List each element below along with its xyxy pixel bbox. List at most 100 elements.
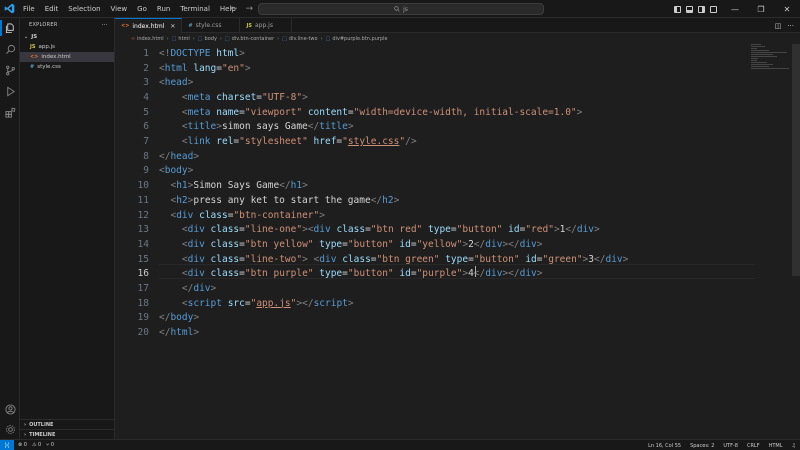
menu-selection[interactable]: Selection [63, 0, 105, 18]
account-icon[interactable] [3, 402, 17, 416]
code-text: <div class="btn yellow" type="button" id… [181, 238, 543, 250]
code-line[interactable]: 13 <div class="line-one"><div class="btn… [115, 222, 755, 237]
minimize-button[interactable]: — [722, 0, 748, 18]
code-text: <div class="btn purple" type="button" id… [181, 268, 543, 280]
toggle-secondary-sidebar-icon[interactable] [698, 5, 705, 13]
element-icon: ⬚ [282, 35, 287, 42]
tab-label: app.js [254, 22, 273, 29]
back-arrow-icon[interactable]: ← [230, 4, 238, 14]
chevron-right-icon: › [166, 35, 169, 42]
menu-file[interactable]: File [18, 0, 40, 18]
code-line[interactable]: 16 <div class="btn purple" type="button"… [115, 267, 755, 282]
indentation[interactable]: Spaces: 2 [690, 443, 714, 449]
code-editor[interactable]: 1 <!DOCTYPE html> 2 <html lang="en"> 3 <head>… [115, 44, 800, 439]
tab-label: index.html [132, 22, 165, 30]
code-line[interactable]: 18 <script src="app.js"></script> [115, 296, 755, 311]
code-line[interactable]: 14 <div class="btn yellow" type="button"… [115, 237, 755, 252]
file-style-css[interactable]: # style.css [20, 62, 114, 72]
code-line[interactable]: 15 <div class="line-two"> <div class="bt… [115, 252, 755, 267]
code-line[interactable]: 7 <link rel="stylesheet" href="style.css… [115, 134, 755, 149]
code-line[interactable]: 5 <meta name="viewport" content="width=d… [115, 105, 755, 120]
code-line[interactable]: 8 </head> [115, 149, 755, 164]
breadcrumb-html[interactable]: ⬚ html [172, 36, 190, 42]
file-index-html[interactable]: <> index.html [20, 52, 114, 62]
remote-indicator-icon[interactable]: ⟩⟨ [0, 439, 14, 450]
toggle-sidebar-icon[interactable] [674, 5, 681, 13]
files-icon[interactable] [3, 21, 17, 35]
file-label: index.html [41, 54, 71, 60]
code-line[interactable]: 12 <div class="btn-container"> [115, 208, 755, 223]
menu-terminal[interactable]: Terminal [175, 0, 215, 18]
code-line[interactable]: 19 </body> [115, 311, 755, 326]
maximize-button[interactable]: ❐ [748, 0, 774, 18]
tab-app-js[interactable]: JS app.js [240, 18, 292, 33]
run-debug-icon[interactable] [3, 84, 17, 98]
breadcrumb-file[interactable]: ‹› index.html [131, 36, 164, 42]
split-editor-icon[interactable]: ◫ [775, 22, 782, 30]
html-file-icon: <> [121, 23, 130, 29]
code-text: <meta charset="UTF-8"> [181, 91, 308, 103]
line-number: 8 [143, 150, 149, 162]
ports-indicator[interactable]: ⑂ 0 [46, 442, 54, 448]
html-file-icon: <> [30, 54, 39, 60]
code-line[interactable]: 3 <head> [115, 75, 755, 90]
menu-run[interactable]: Run [152, 0, 175, 18]
code-line[interactable]: 4 <meta charset="UTF-8"> [115, 90, 755, 105]
search-icon[interactable] [3, 42, 17, 56]
code-line[interactable]: 17 </div> [115, 281, 755, 296]
breadcrumb-body[interactable]: ⬚ body [198, 36, 217, 42]
code-text: <div class="line-two"> <div class="btn g… [181, 253, 629, 265]
code-line[interactable]: 6 <title>simon says Game</title> [115, 120, 755, 135]
more-actions-icon[interactable]: ··· [101, 22, 108, 29]
menu-go[interactable]: Go [132, 0, 152, 18]
code-line[interactable]: 1 <!DOCTYPE html> [115, 46, 755, 61]
menu-edit[interactable]: Edit [40, 0, 64, 18]
toggle-panel-icon[interactable] [686, 5, 693, 13]
more-actions-icon[interactable]: ··· [787, 22, 794, 30]
menu-view[interactable]: View [106, 0, 133, 18]
warnings-indicator[interactable]: ⚠ 0 [32, 442, 41, 448]
close-window-button[interactable]: ✕ [774, 0, 800, 18]
minimap[interactable] [751, 44, 791, 74]
tab-style-css[interactable]: # style.css [182, 18, 241, 33]
command-center-search[interactable]: js [258, 3, 544, 15]
extensions-icon[interactable] [3, 105, 17, 119]
code-line[interactable]: 9 <body> [115, 164, 755, 179]
source-control-icon[interactable] [3, 63, 17, 77]
explorer-sidebar: EXPLORER ··· ⌄ JS JS app.js <> index.htm… [20, 18, 115, 439]
timeline-section[interactable]: › TIMELINE [20, 429, 115, 439]
language-mode[interactable]: HTML [769, 443, 783, 449]
notifications-bell-icon[interactable]: ♫ [792, 443, 796, 449]
chevron-right-icon: › [219, 35, 222, 42]
breadcrumb-purple[interactable]: ⬚ div#purple.btn.purple [326, 36, 388, 42]
code-line[interactable]: 10 <h1>Simon Says Game</h1> [115, 178, 755, 193]
element-icon: ⬚ [325, 35, 331, 42]
errors-indicator[interactable]: ⊗ 0 [18, 442, 27, 448]
folder-js[interactable]: ⌄ JS [20, 32, 114, 42]
element-icon: ⬚ [224, 35, 230, 42]
cursor-position[interactable]: Ln 16, Col 55 [648, 443, 681, 449]
code-text: </div> [181, 283, 217, 295]
file-label: app.js [38, 44, 55, 50]
outline-section[interactable]: › OUTLINE [20, 419, 115, 429]
js-file-icon: JS [246, 22, 252, 29]
code-line[interactable]: 2 <html lang="en"> [115, 61, 755, 76]
code-line[interactable]: 20 </html> [115, 325, 755, 340]
line-number: 7 [143, 136, 149, 148]
encoding[interactable]: UTF-8 [723, 443, 738, 449]
code-text: </body> [159, 312, 200, 324]
file-app-js[interactable]: JS app.js [20, 42, 114, 52]
forward-arrow-icon[interactable]: → [246, 4, 254, 14]
line-ending[interactable]: CRLF [747, 443, 760, 449]
close-icon[interactable]: ✕ [170, 23, 175, 30]
breadcrumb-line-two[interactable]: ⬚ div.line-two [282, 36, 317, 42]
gear-icon[interactable] [3, 422, 17, 436]
tab-index-html[interactable]: <> index.html ✕ [115, 18, 183, 33]
customize-layout-icon[interactable] [710, 5, 717, 13]
breadcrumb-btn-container[interactable]: ⬚ div.btn-container [225, 36, 274, 42]
editor-scrollbar[interactable] [792, 44, 800, 276]
code-line[interactable]: 11 <h2>press any ket to start the game</… [115, 193, 755, 208]
line-number: 15 [137, 253, 149, 265]
breadcrumb-label: html [178, 35, 190, 42]
line-number: 10 [137, 180, 149, 192]
